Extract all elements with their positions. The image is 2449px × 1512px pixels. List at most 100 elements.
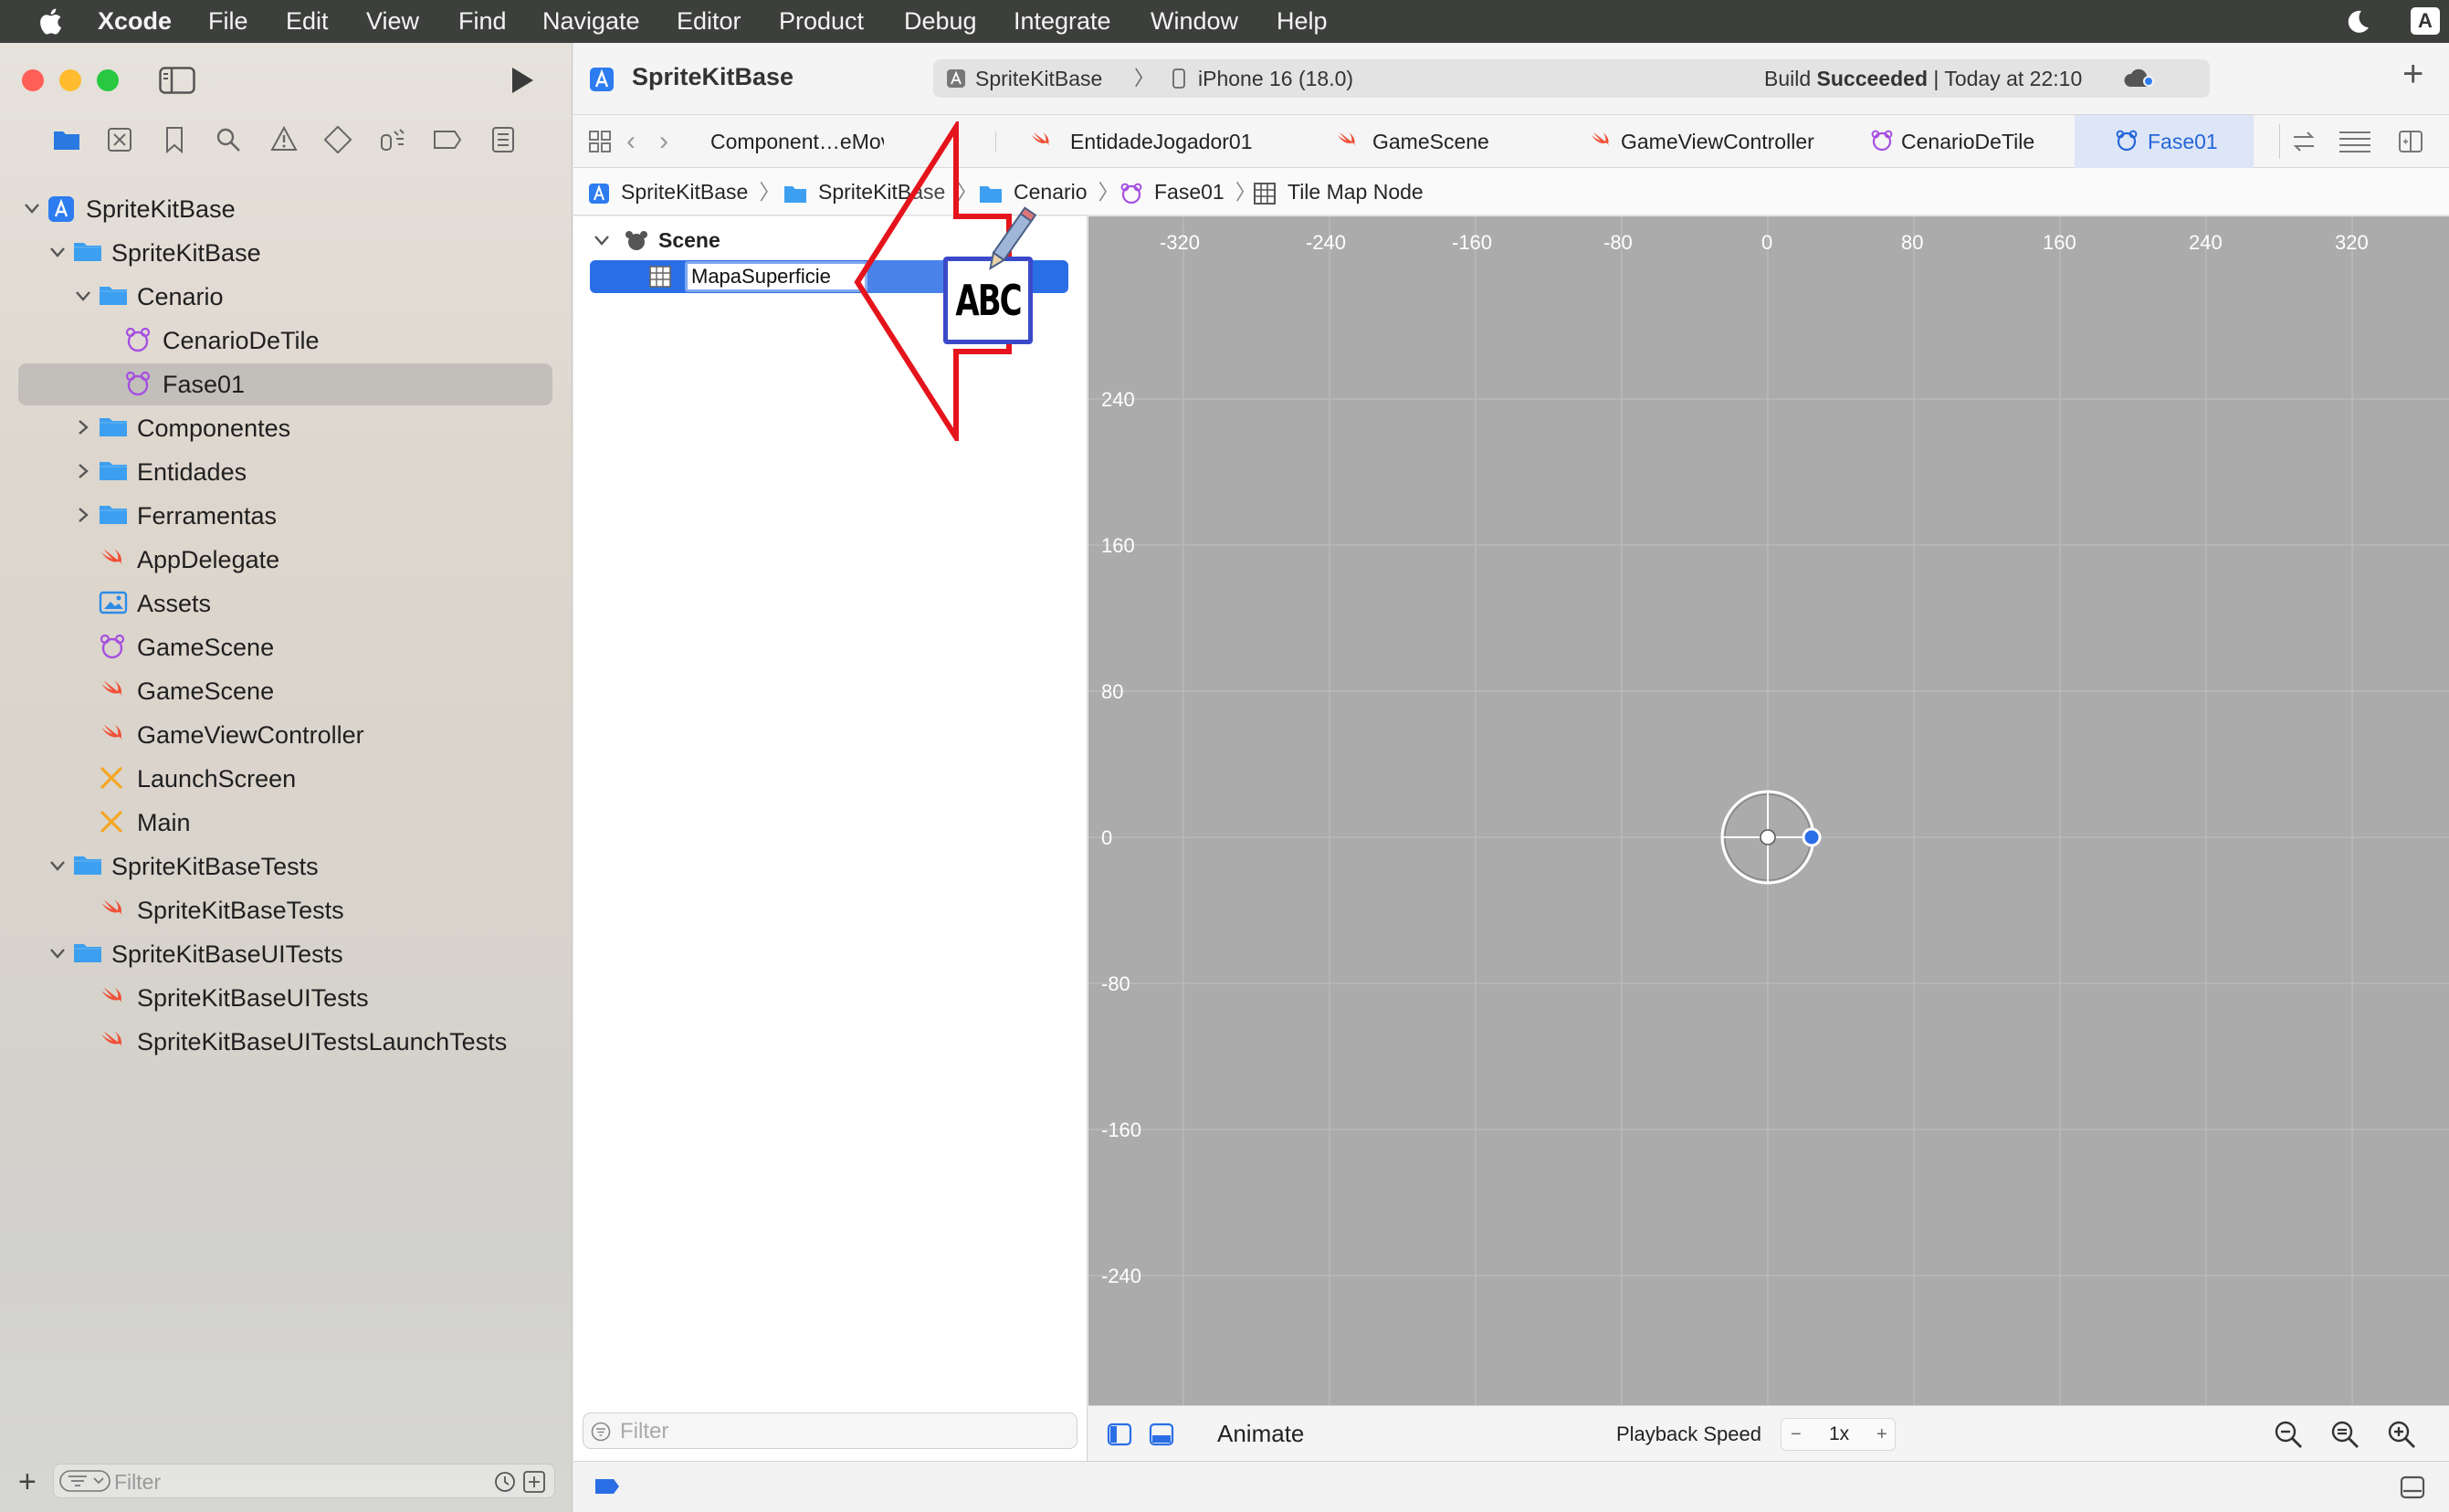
disclosure-closed-icon[interactable]: [73, 417, 93, 439]
navigator-item[interactable]: SpriteKitBaseUITestsLaunchTests: [0, 1020, 573, 1064]
xcode-cloud-icon[interactable]: [2123, 67, 2156, 90]
input-source-badge[interactable]: A: [2411, 7, 2440, 35]
apple-menu-icon[interactable]: [38, 7, 62, 36]
source-control-filter-icon[interactable]: [523, 1471, 545, 1493]
split-editor-icon[interactable]: [2398, 130, 2423, 153]
navigator-item[interactable]: SpriteKitBaseTests: [0, 888, 573, 932]
toggle-debug-area-icon[interactable]: [2400, 1475, 2425, 1499]
filter-options-icon[interactable]: [59, 1470, 110, 1492]
add-file-button[interactable]: +: [18, 1466, 37, 1497]
navigator-filter-field[interactable]: Filter: [53, 1464, 555, 1498]
menu-view[interactable]: View: [366, 0, 419, 43]
navigator-item[interactable]: SpriteKitBaseUITests: [0, 932, 573, 976]
navigator-item[interactable]: Ferramentas: [0, 494, 573, 538]
zoom-window-button[interactable]: [97, 69, 119, 91]
menu-xcode[interactable]: Xcode: [98, 0, 172, 43]
menu-editor[interactable]: Editor: [677, 0, 741, 43]
menu-help[interactable]: Help: [1277, 0, 1328, 43]
editor-options-icon[interactable]: [2338, 130, 2372, 153]
outline-filter-field[interactable]: Filter: [583, 1412, 1077, 1449]
menu-window[interactable]: Window: [1151, 0, 1238, 43]
code-review-icon[interactable]: [2290, 130, 2318, 153]
run-button[interactable]: [510, 66, 535, 95]
tab-cenariodetile[interactable]: CenarioDeTile: [1870, 115, 2034, 168]
scheme-selector[interactable]: SpriteKitBase: [975, 59, 1102, 98]
tab-label: GameScene: [1372, 130, 1489, 153]
navigator-item[interactable]: AppDelegate: [0, 538, 573, 582]
navigator-item[interactable]: Main: [0, 801, 573, 845]
moon-icon[interactable]: [2345, 8, 2370, 34]
build-status-result: Succeeded: [1816, 67, 1928, 90]
bookmark-navigator-icon[interactable]: [164, 126, 184, 153]
speed-increase-button[interactable]: +: [1876, 1419, 1887, 1450]
zoom-fit-icon[interactable]: [2330, 1420, 2360, 1449]
zoom-out-icon[interactable]: [2274, 1420, 2303, 1449]
related-items-icon[interactable]: [588, 130, 612, 153]
navigator-item[interactable]: LaunchScreen: [0, 757, 573, 801]
breadcrumb-file[interactable]: Fase01 〉: [1119, 168, 1256, 215]
tab-fase01[interactable]: Fase01: [2075, 115, 2254, 168]
show-action-editor-icon[interactable]: [1149, 1423, 1174, 1446]
minimize-window-button[interactable]: [59, 69, 81, 91]
scene-root-label[interactable]: Scene: [658, 226, 720, 255]
find-navigator-icon[interactable]: [215, 127, 241, 152]
source-control-navigator-icon[interactable]: [107, 127, 132, 152]
menu-integrate[interactable]: Integrate: [1014, 0, 1111, 43]
breakpoint-navigator-icon[interactable]: [433, 130, 462, 150]
navigator-item[interactable]: GameScene: [0, 669, 573, 713]
menu-debug[interactable]: Debug: [904, 0, 977, 43]
show-outline-icon[interactable]: [1107, 1423, 1132, 1446]
node-transform-gizmo[interactable]: [1713, 782, 1823, 892]
go-back-icon[interactable]: ‹: [626, 128, 636, 155]
animate-button[interactable]: Animate: [1217, 1406, 1304, 1462]
destination-selector[interactable]: iPhone 16 (18.0): [1198, 59, 1353, 98]
navigator-item[interactable]: GameViewController: [0, 713, 573, 757]
navigator-item[interactable]: SpriteKitBase: [0, 231, 573, 275]
navigator-item[interactable]: Entidades: [0, 450, 573, 494]
go-forward-icon[interactable]: ›: [659, 128, 668, 155]
breadcrumb-project[interactable]: SpriteKitBase 〉: [588, 168, 780, 215]
navigator-item[interactable]: Assets: [0, 582, 573, 625]
close-window-button[interactable]: [22, 69, 44, 91]
disclosure-open-icon[interactable]: [22, 198, 42, 220]
debug-navigator-icon[interactable]: [378, 126, 407, 153]
navigator-item[interactable]: Cenario: [0, 275, 573, 319]
navigator-item[interactable]: SpriteKitBaseTests: [0, 845, 573, 888]
navigator-item[interactable]: SpriteKitBase: [0, 187, 573, 231]
zoom-in-icon[interactable]: [2387, 1420, 2416, 1449]
debug-area-indicator-icon[interactable]: [594, 1477, 621, 1496]
disclosure-open-icon[interactable]: [47, 856, 68, 877]
tab-gamescene-swift[interactable]: GameScene: [1336, 115, 1489, 168]
tile-map-node-icon: [648, 265, 672, 289]
breadcrumb-node[interactable]: Tile Map Node: [1253, 168, 1424, 215]
navigator-item[interactable]: GameScene: [0, 625, 573, 669]
node-name-field[interactable]: MapaSuperficie: [685, 261, 867, 292]
speed-decrease-button[interactable]: −: [1791, 1419, 1802, 1450]
menu-navigate[interactable]: Navigate: [542, 0, 640, 43]
disclosure-open-icon[interactable]: [47, 242, 68, 264]
disclosure-open-icon[interactable]: [73, 286, 93, 308]
add-library-button[interactable]: +: [2402, 56, 2423, 92]
navigator-item[interactable]: SpriteKitBaseUITests: [0, 976, 573, 1020]
playback-speed-stepper[interactable]: − 1x +: [1781, 1418, 1896, 1451]
tab-gameviewcontroller[interactable]: GameViewController: [1590, 115, 1814, 168]
menu-product[interactable]: Product: [779, 0, 864, 43]
scene-disclosure-chevron-icon[interactable]: [594, 233, 610, 247]
menu-edit[interactable]: Edit: [286, 0, 329, 43]
project-navigator-icon[interactable]: [53, 128, 80, 152]
scene-canvas[interactable]: -320 -240 -160 -80 0 80 160 240 320 240 …: [1088, 216, 2449, 1405]
menu-find[interactable]: Find: [458, 0, 507, 43]
disclosure-closed-icon[interactable]: [73, 461, 93, 483]
recent-files-icon[interactable]: [494, 1471, 516, 1493]
navigator-item[interactable]: CenarioDeTile: [0, 319, 573, 362]
navigator-item[interactable]: Componentes: [0, 406, 573, 450]
test-navigator-icon[interactable]: [324, 126, 352, 153]
sidebar-toggle-icon[interactable]: [159, 67, 195, 94]
disclosure-open-icon[interactable]: [47, 943, 68, 965]
navigator-item[interactable]: Fase01: [0, 362, 573, 406]
tab-entidadejogador01[interactable]: EntidadeJogador01: [1030, 115, 1253, 168]
disclosure-closed-icon[interactable]: [73, 505, 93, 527]
issue-navigator-icon[interactable]: [270, 126, 298, 152]
report-navigator-icon[interactable]: [491, 126, 515, 153]
menu-file[interactable]: File: [208, 0, 248, 43]
